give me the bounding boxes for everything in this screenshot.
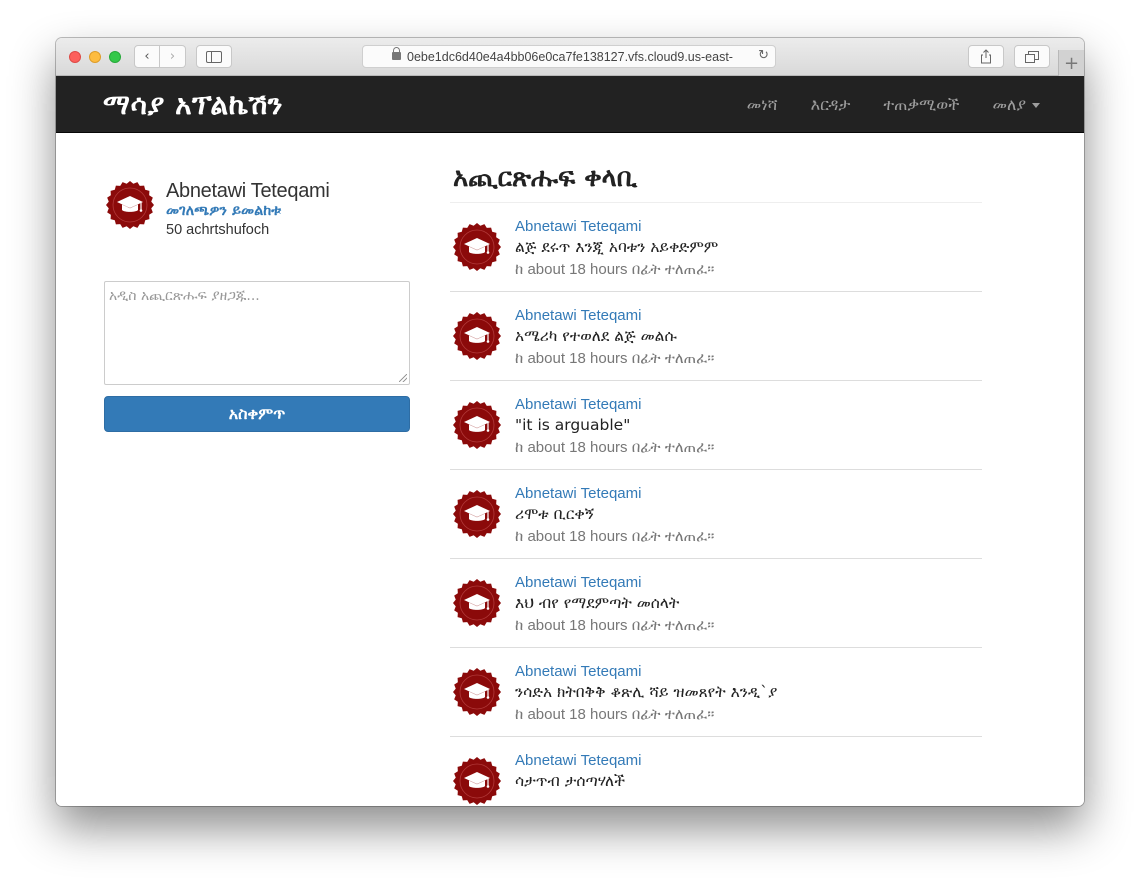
item-user-link[interactable]: Abnetawi Teteqami [515, 218, 641, 235]
item-text: ልጅ ደሩጥ እንጂ አባቱን አይቀድምም [515, 238, 719, 256]
tab-overview-button[interactable] [1014, 45, 1050, 68]
feed-title: አጪርጽሑፍ ቀላቢ [450, 163, 982, 203]
back-icon: ‹ [144, 49, 150, 64]
feed-list: Abnetawi Teteqami ልጅ ደሩጥ እንጂ አባቱን አይቀድምም… [450, 203, 982, 806]
url-text: 0ebe1dc6d40e4a4bb06e0ca7fe138127.vfs.clo… [407, 49, 733, 64]
profile-name: Abnetawi Teteqami [166, 180, 330, 202]
textarea-placeholder: አዲስ አጪርጽሑፍ ያዘጋጁ... [109, 288, 260, 304]
nav-home[interactable]: መነሻ [747, 95, 778, 115]
avatar[interactable] [453, 401, 501, 449]
reload-icon[interactable]: ↻ [758, 48, 769, 63]
post-count: 50 achrtshufoch [166, 222, 270, 238]
nav-account-label: መለያ [992, 94, 1026, 114]
item-timestamp: ከ about 18 hours በፊት ተለጠፈ። [515, 617, 715, 634]
nav-users[interactable]: ተጠቃሚወች [883, 95, 959, 115]
item-text: ንሳድአ ክትበቅቅ ቆጽሊ ሻይ ዝመጸየት እንዲ`ያ [515, 683, 778, 701]
sidebar-toggle-button[interactable] [196, 45, 232, 68]
item-user-link[interactable]: Abnetawi Teteqami [515, 485, 641, 502]
avatar[interactable] [453, 223, 501, 271]
avatar[interactable] [453, 312, 501, 360]
item-timestamp: ከ about 18 hours በፊት ተለጠፈ። [515, 706, 715, 723]
new-tab-button[interactable]: + [1058, 50, 1084, 76]
avatar[interactable] [106, 181, 154, 229]
item-timestamp: ከ about 18 hours በፊት ተለጠፈ። [515, 528, 715, 545]
back-button[interactable]: ‹ [134, 45, 160, 68]
lock-icon [392, 47, 401, 60]
item-timestamp: ከ about 18 hours በፊት ተለጠፈ። [515, 439, 715, 456]
nav-links: መነሻ እርዳታ ተጠቃሚወች መለያ [714, 76, 1040, 133]
forward-icon: › [169, 49, 176, 64]
item-text: ሳታጥብ ታሰጣሃለች [515, 772, 626, 790]
list-item: Abnetawi Teteqami "it is arguable" ከ abo… [450, 381, 982, 470]
list-item: Abnetawi Teteqami ንሳድአ ክትበቅቅ ቆጽሊ ሻይ ዝመጸየ… [450, 648, 982, 737]
item-timestamp: ከ about 18 hours በፊት ተለጠፈ። [515, 261, 715, 278]
resize-grip-icon[interactable] [399, 374, 407, 382]
item-user-link[interactable]: Abnetawi Teteqami [515, 752, 641, 769]
share-icon [981, 49, 991, 64]
address-bar[interactable]: 0ebe1dc6d40e4a4bb06e0ca7fe138127.vfs.clo… [362, 45, 776, 68]
brand-logo[interactable]: ማሳያ አፕልኬሽን [103, 88, 283, 122]
avatar[interactable] [453, 668, 501, 716]
list-item: Abnetawi Teteqami ልጅ ደሩጥ እንጂ አባቱን አይቀድምም… [450, 203, 982, 292]
tabs-icon [1025, 50, 1039, 63]
avatar[interactable] [453, 490, 501, 538]
item-timestamp: ከ about 18 hours በፊት ተለጠፈ። [515, 350, 715, 367]
minimize-window-button[interactable] [89, 51, 101, 63]
avatar[interactable] [453, 757, 501, 805]
browser-window: ‹ › 0ebe1dc6d40e4a4bb06e0ca7fe138127.vfs… [56, 38, 1084, 806]
item-user-link[interactable]: Abnetawi Teteqami [515, 396, 641, 413]
list-item: Abnetawi Teteqami ሪሞቱ ቢርቀኝ ከ about 18 ho… [450, 470, 982, 559]
list-item: Abnetawi Teteqami አሜሪካ የተወለደ ልጅ መልሱ ከ ab… [450, 292, 982, 381]
browser-toolbar: ‹ › 0ebe1dc6d40e4a4bb06e0ca7fe138127.vfs… [56, 38, 1084, 76]
feed: አጪርጽሑፍ ቀላቢ Abnetawi Teteqami ልጅ ደሩጥ እንጂ … [450, 163, 982, 806]
new-post-textarea[interactable]: አዲስ አጪርጽሑፍ ያዘጋጁ... [104, 281, 410, 385]
list-item: Abnetawi Teteqami እህ ብየ የማደምጣት መሰላት ከ ab… [450, 559, 982, 648]
close-window-button[interactable] [69, 51, 81, 63]
zoom-window-button[interactable] [109, 51, 121, 63]
forward-button[interactable]: › [160, 45, 186, 68]
item-user-link[interactable]: Abnetawi Teteqami [515, 574, 641, 591]
list-item: Abnetawi Teteqami ሳታጥብ ታሰጣሃለች [450, 737, 982, 806]
sidebar-icon [206, 50, 222, 63]
post-button[interactable]: አስቀምጥ [104, 396, 410, 432]
caret-down-icon [1032, 102, 1040, 108]
item-user-link[interactable]: Abnetawi Teteqami [515, 663, 641, 680]
plus-icon: + [1063, 52, 1080, 74]
item-text: ሪሞቱ ቢርቀኝ [515, 505, 595, 523]
share-button[interactable] [968, 45, 1004, 68]
item-text: አሜሪካ የተወለደ ልጅ መልሱ [515, 327, 677, 345]
view-profile-link[interactable]: መገለጫዎን ይመልከቱ [166, 203, 281, 219]
nav-account-dropdown[interactable]: መለያ [992, 95, 1040, 115]
item-text: እህ ብየ የማደምጣት መሰላት [515, 594, 680, 612]
item-user-link[interactable]: Abnetawi Teteqami [515, 307, 641, 324]
nav-help[interactable]: እርዳታ [811, 95, 851, 115]
avatar[interactable] [453, 579, 501, 627]
main-content: Abnetawi Teteqami መገለጫዎን ይመልከቱ 50 achrts… [56, 133, 1084, 806]
app-navbar: ማሳያ አፕልኬሽን መነሻ እርዳታ ተጠቃሚወች መለያ [56, 76, 1084, 133]
item-text: "it is arguable" [515, 416, 631, 434]
